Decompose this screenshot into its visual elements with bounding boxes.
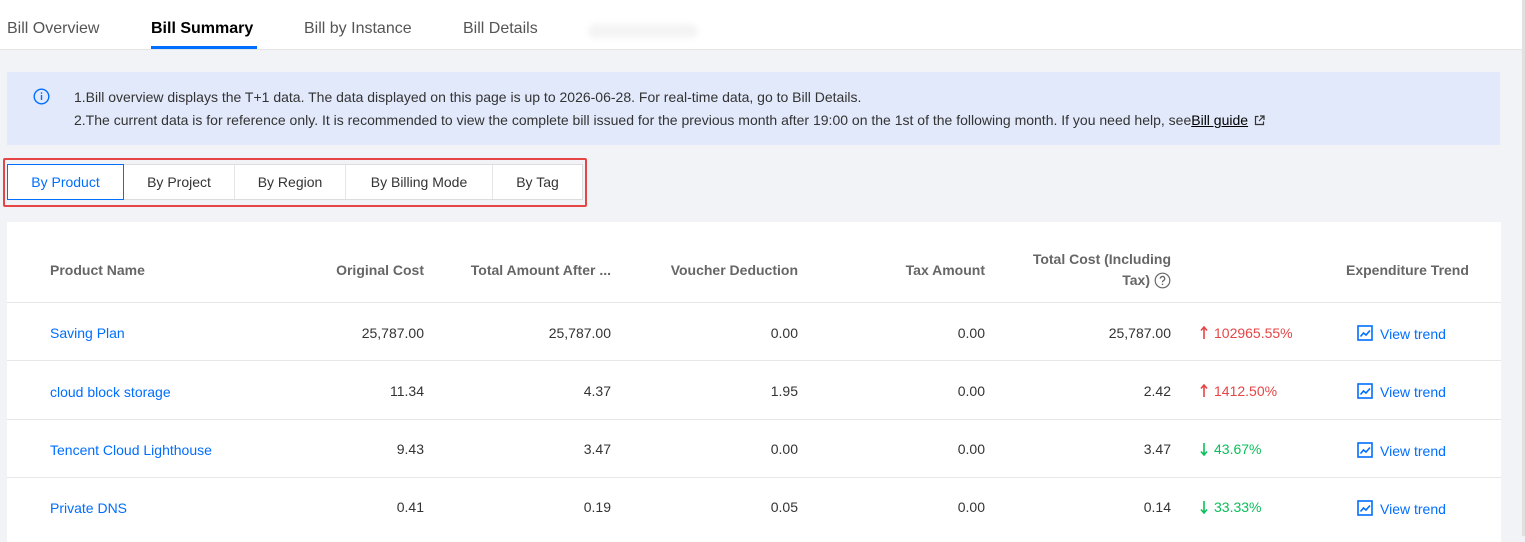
bill-guide-link[interactable]: Bill guide: [1191, 112, 1248, 128]
product-name-link[interactable]: cloud block storage: [50, 384, 171, 400]
view-trend-label: View trend: [1380, 326, 1446, 342]
row-divider: [7, 477, 1501, 478]
tax-cell: 0.00: [957, 325, 985, 341]
original-cost-cell: 25,787.00: [361, 325, 424, 341]
view-trend-label: View trend: [1380, 443, 1446, 459]
header-expenditure-trend: Expenditure Trend: [1346, 262, 1469, 278]
trend-chart-icon: [1357, 442, 1373, 458]
header-original-cost: Original Cost: [336, 262, 424, 278]
change-percent-value: 102965.55%: [1214, 325, 1293, 341]
header-total-cost-line2-text: Tax): [1122, 272, 1150, 288]
header-voucher-deduction: Voucher Deduction: [670, 262, 798, 278]
view-trend-link[interactable]: View trend: [1357, 442, 1446, 459]
total-after-cell: 25,787.00: [548, 325, 611, 341]
product-name-link[interactable]: Private DNS: [50, 500, 127, 516]
original-cost-cell: 11.34: [390, 383, 424, 399]
voucher-cell: 0.05: [770, 499, 798, 515]
active-tab-indicator: [151, 46, 257, 49]
info-notice: [7, 72, 1500, 145]
arrow-up-icon: [1200, 326, 1208, 339]
tax-cell: 0.00: [957, 499, 985, 515]
total-cost-cell: 2.42: [1143, 383, 1171, 399]
notice-line-2-text: 2.The current data is for reference only…: [74, 112, 1192, 128]
original-cost-cell: 0.41: [396, 499, 424, 515]
notice-line-1: 1.Bill overview displays the T+1 data. T…: [74, 89, 862, 105]
trend-chart-icon: [1357, 500, 1373, 516]
trend-chart-icon: [1357, 383, 1373, 399]
voucher-cell: 0.00: [770, 441, 798, 457]
change-percent: 102965.55%: [1200, 325, 1293, 341]
top-tab-bar: Bill Overview Bill Summary Bill by Insta…: [0, 0, 1522, 50]
product-name-link[interactable]: Saving Plan: [50, 325, 125, 341]
total-cost-cell: 0.14: [1143, 499, 1171, 515]
view-trend-link[interactable]: View trend: [1357, 500, 1446, 517]
header-tax-amount: Tax Amount: [905, 262, 985, 278]
voucher-cell: 0.00: [770, 325, 798, 341]
total-after-cell: 0.19: [583, 499, 611, 515]
change-percent-value: 43.67%: [1214, 441, 1262, 457]
total-cost-cell: 25,787.00: [1108, 325, 1171, 341]
segment-by-tag[interactable]: By Tag: [493, 165, 582, 199]
voucher-cell: 1.95: [770, 383, 798, 399]
header-total-after: Total Amount After ...: [470, 262, 611, 278]
external-link-icon[interactable]: [1254, 115, 1265, 126]
change-percent-value: 1412.50%: [1214, 383, 1278, 399]
row-divider: [7, 419, 1501, 420]
total-after-cell: 4.37: [583, 383, 611, 399]
trend-chart-icon: [1357, 325, 1373, 341]
segment-by-billing-mode[interactable]: By Billing Mode: [346, 165, 493, 199]
segment-by-region[interactable]: By Region: [235, 165, 346, 199]
header-total-cost-line2: Tax): [1122, 272, 1171, 289]
tax-cell: 0.00: [957, 441, 985, 457]
notice-line-2: 2.The current data is for reference only…: [74, 112, 1265, 128]
tax-cell: 0.00: [957, 383, 985, 399]
product-name-link[interactable]: Tencent Cloud Lighthouse: [50, 442, 212, 458]
segment-by-product[interactable]: By Product: [7, 164, 124, 200]
blurred-tab-placeholder: [588, 24, 698, 38]
row-divider: [7, 360, 1501, 361]
group-by-segmented-control: By Product By Project By Region By Billi…: [7, 164, 583, 200]
original-cost-cell: 9.43: [396, 441, 424, 457]
segment-by-project[interactable]: By Project: [124, 165, 235, 199]
total-cost-cell: 3.47: [1143, 441, 1171, 457]
total-after-cell: 3.47: [583, 441, 611, 457]
tab-bill-summary[interactable]: Bill Summary: [151, 20, 253, 38]
arrow-down-icon: [1200, 501, 1208, 514]
change-percent: 1412.50%: [1200, 383, 1277, 399]
row-divider: [7, 302, 1501, 303]
arrow-up-icon: [1200, 384, 1208, 397]
info-icon: [33, 88, 50, 105]
arrow-down-icon: [1200, 443, 1208, 456]
header-total-cost-line1: Total Cost (Including: [1032, 251, 1171, 267]
help-icon[interactable]: [1154, 272, 1171, 289]
view-trend-label: View trend: [1380, 501, 1446, 517]
change-percent: 33.33%: [1200, 499, 1261, 515]
tab-bill-details[interactable]: Bill Details: [463, 20, 538, 38]
change-percent-value: 33.33%: [1214, 499, 1262, 515]
view-trend-label: View trend: [1380, 384, 1446, 400]
change-percent: 43.67%: [1200, 441, 1261, 457]
tab-bill-overview[interactable]: Bill Overview: [7, 20, 99, 38]
view-trend-link[interactable]: View trend: [1357, 325, 1446, 342]
header-product-name: Product Name: [50, 262, 145, 278]
view-trend-link[interactable]: View trend: [1357, 383, 1446, 400]
tab-bill-by-instance[interactable]: Bill by Instance: [304, 20, 412, 38]
